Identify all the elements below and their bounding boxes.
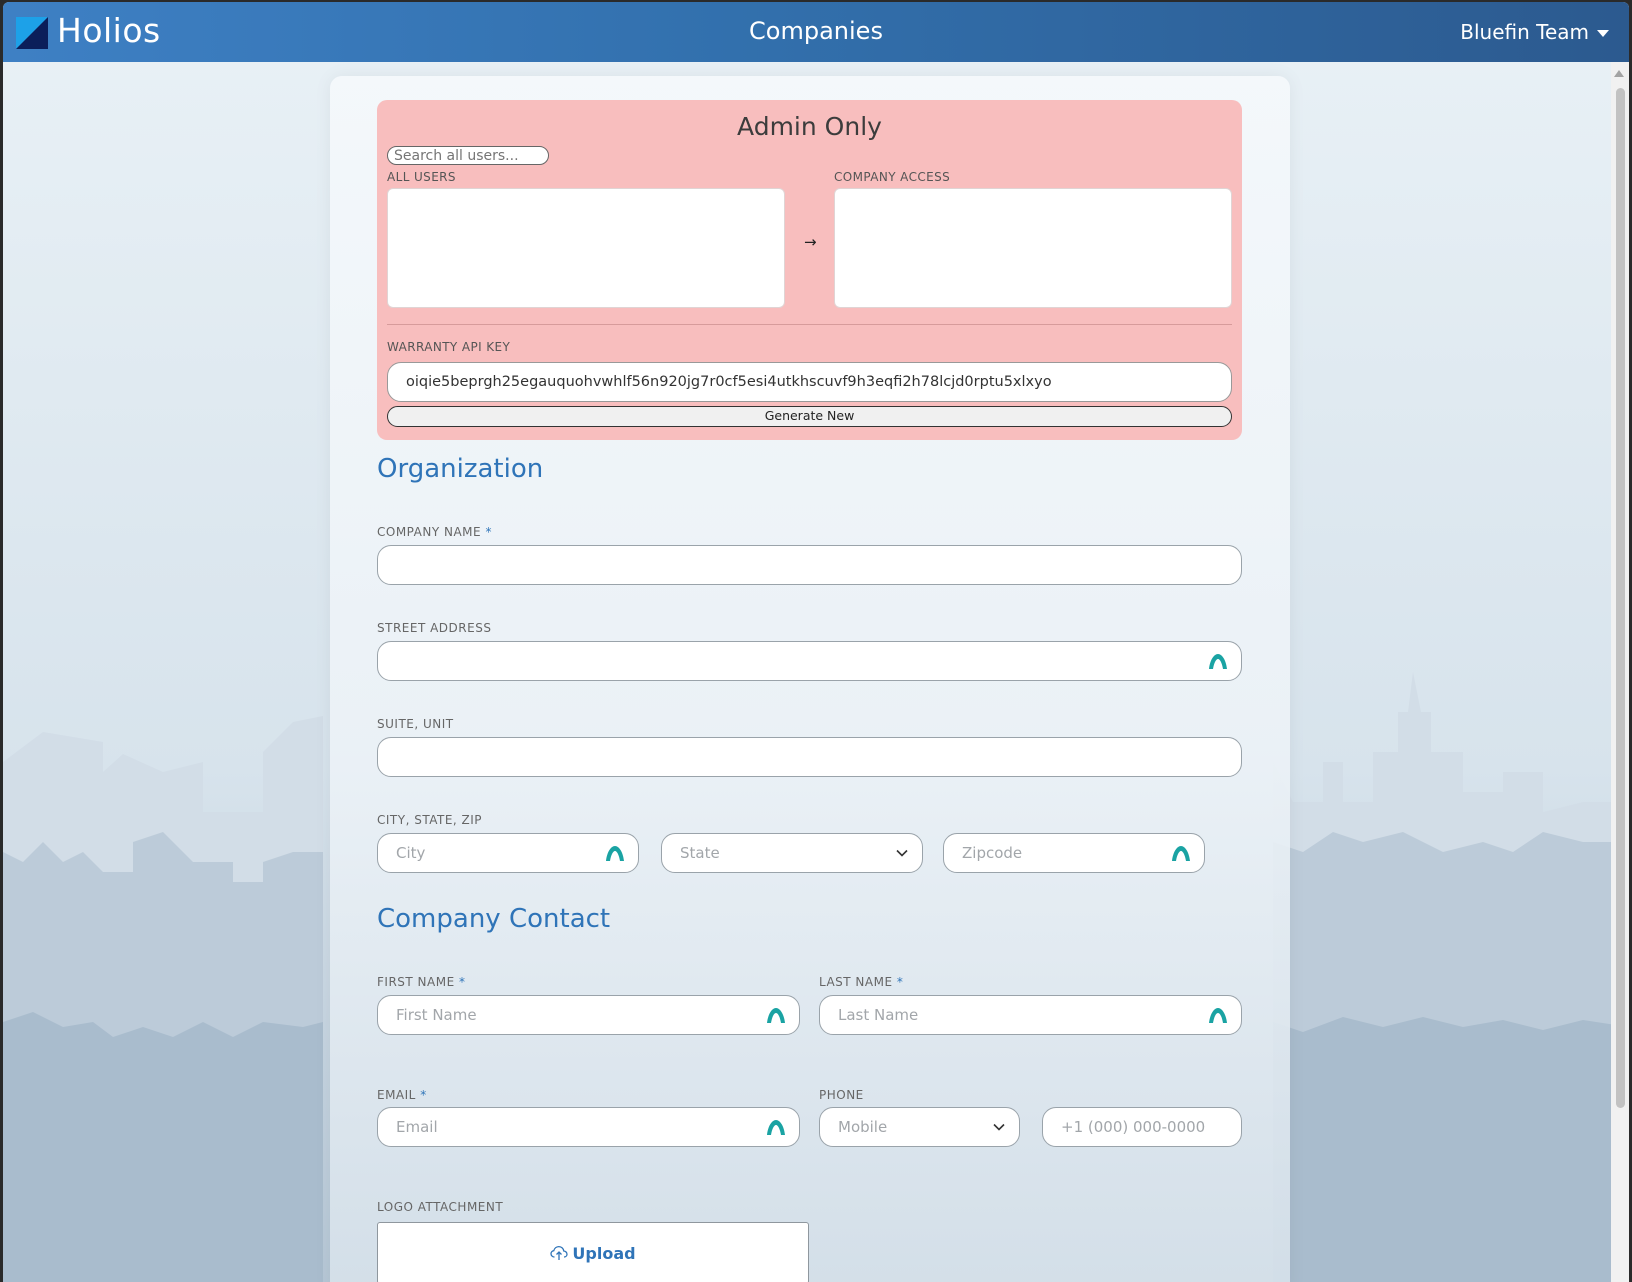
- suite-unit-input[interactable]: [377, 737, 1242, 777]
- autofill-icon: [767, 1120, 785, 1135]
- organization-section-title: Organization: [377, 454, 544, 484]
- phone-label: PHONE: [819, 1088, 864, 1102]
- suite-unit-label: SUITE, UNIT: [377, 717, 454, 731]
- email-input[interactable]: Email: [377, 1107, 800, 1147]
- company-access-label: COMPANY ACCESS: [834, 170, 951, 184]
- required-mark: *: [459, 975, 466, 989]
- all-users-label: ALL USERS: [387, 170, 456, 184]
- company-access-list[interactable]: [834, 188, 1232, 308]
- last-name-label-text: LAST NAME: [819, 975, 893, 989]
- first-name-placeholder: First Name: [396, 1006, 477, 1024]
- autofill-icon: [1172, 846, 1190, 861]
- email-placeholder: Email: [396, 1118, 438, 1136]
- autofill-icon: [606, 846, 624, 861]
- move-right-arrow-icon[interactable]: →: [804, 233, 817, 251]
- team-name: Bluefin Team: [1460, 20, 1589, 44]
- top-navbar: Holios Companies Bluefin Team: [3, 2, 1629, 62]
- first-name-input[interactable]: First Name: [377, 995, 800, 1035]
- team-menu[interactable]: Bluefin Team: [1460, 20, 1609, 44]
- state-select[interactable]: State: [661, 833, 923, 873]
- autofill-icon: [1209, 1008, 1227, 1023]
- page-title: Companies: [749, 17, 883, 45]
- last-name-label: LAST NAME *: [819, 975, 903, 989]
- holios-logo-icon: [16, 17, 48, 49]
- phone-type-value: Mobile: [838, 1118, 888, 1136]
- email-label: EMAIL *: [377, 1088, 427, 1102]
- company-name-input[interactable]: [377, 545, 1242, 585]
- state-placeholder: State: [680, 844, 720, 862]
- city-input[interactable]: City: [377, 833, 639, 873]
- street-address-label: STREET ADDRESS: [377, 621, 492, 635]
- company-name-label: COMPANY NAME *: [377, 525, 492, 539]
- zipcode-placeholder: Zipcode: [962, 844, 1023, 862]
- app-window: Holios Companies Bluefin Team Admin Only…: [3, 2, 1629, 1282]
- all-users-list[interactable]: [387, 188, 785, 308]
- phone-type-select[interactable]: Mobile: [819, 1107, 1020, 1147]
- scrollbar-thumb[interactable]: [1616, 88, 1625, 1108]
- admin-only-panel: Admin Only ALL USERS COMPANY ACCESS → WA…: [377, 100, 1242, 440]
- required-mark: *: [420, 1088, 427, 1102]
- generate-new-button[interactable]: Generate New: [387, 406, 1232, 427]
- city-placeholder: City: [396, 844, 426, 862]
- warranty-api-key-field[interactable]: oiqie5beprgh25egauquohvwhlf56n920jg7r0cf…: [387, 362, 1232, 402]
- email-label-text: EMAIL: [377, 1088, 416, 1102]
- required-mark: *: [485, 525, 492, 539]
- caret-down-icon: [1597, 30, 1609, 37]
- chevron-down-icon: [896, 849, 908, 857]
- phone-placeholder: +1 (000) 000-0000: [1061, 1118, 1206, 1136]
- autofill-icon: [1209, 654, 1227, 669]
- last-name-placeholder: Last Name: [838, 1006, 919, 1024]
- required-mark: *: [896, 975, 904, 989]
- scroll-up-arrow-icon[interactable]: [1614, 70, 1624, 77]
- upload-button[interactable]: Upload: [377, 1222, 809, 1282]
- admin-panel-title: Admin Only: [737, 112, 882, 141]
- autofill-icon: [767, 1008, 785, 1023]
- first-name-label: FIRST NAME *: [377, 975, 466, 989]
- first-name-label-text: FIRST NAME: [377, 975, 455, 989]
- cloud-upload-icon: [550, 1245, 569, 1260]
- chevron-down-icon: [993, 1123, 1005, 1131]
- phone-number-input[interactable]: +1 (000) 000-0000: [1042, 1107, 1242, 1147]
- last-name-input[interactable]: Last Name: [819, 995, 1242, 1035]
- warranty-api-key-label: WARRANTY API KEY: [387, 340, 511, 354]
- city-state-zip-label: CITY, STATE, ZIP: [377, 813, 483, 827]
- admin-divider: [387, 324, 1232, 325]
- search-users-input[interactable]: [387, 146, 549, 165]
- upload-label: Upload: [572, 1243, 636, 1263]
- company-name-label-text: COMPANY NAME: [377, 525, 482, 539]
- company-form-card: Admin Only ALL USERS COMPANY ACCESS → WA…: [330, 76, 1290, 1282]
- logo-attachment-label: LOGO ATTACHMENT: [377, 1200, 504, 1214]
- zipcode-input[interactable]: Zipcode: [943, 833, 1205, 873]
- company-contact-section-title: Company Contact: [377, 904, 611, 934]
- street-address-input[interactable]: [377, 641, 1242, 681]
- brand-name[interactable]: Holios: [57, 11, 161, 50]
